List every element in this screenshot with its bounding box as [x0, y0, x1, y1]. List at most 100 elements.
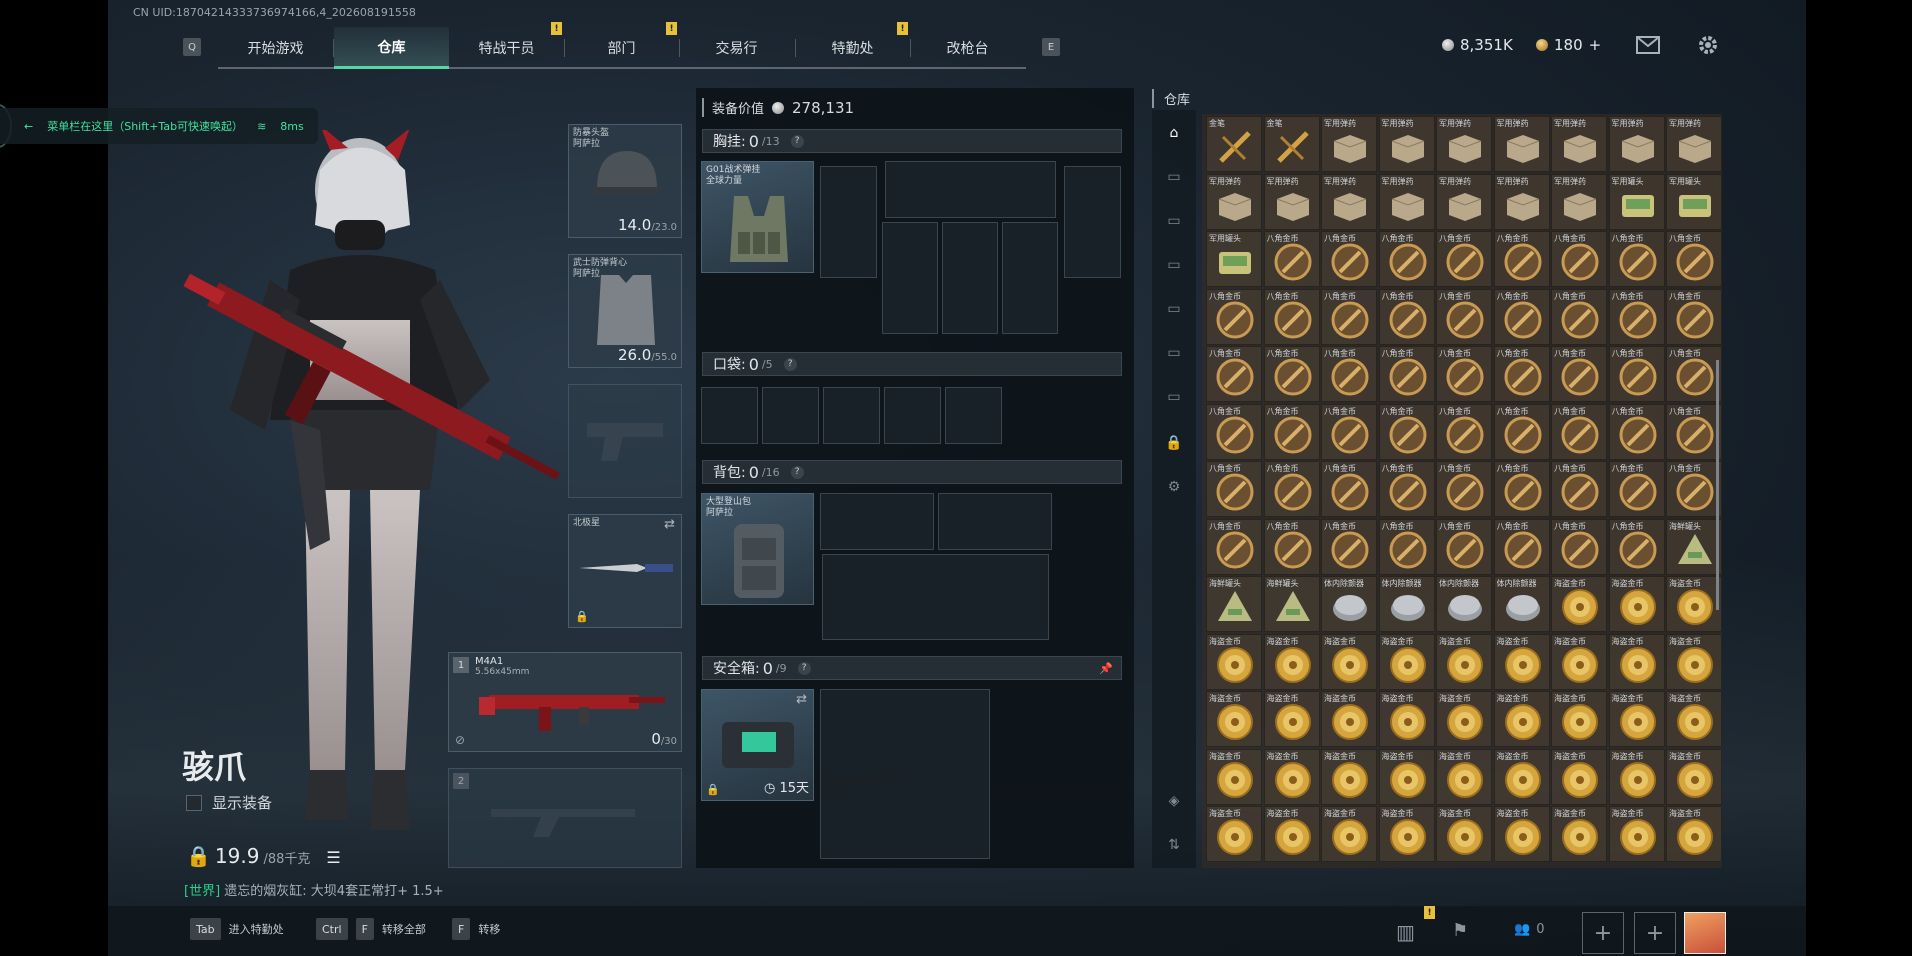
show-equipment-toggle[interactable]: 显示装备	[186, 792, 272, 813]
pistol-slot[interactable]	[568, 384, 682, 498]
warehouse-item[interactable]: 八角金币	[1608, 403, 1665, 460]
warehouse-item[interactable]: 八角金币	[1263, 403, 1320, 460]
warehouse-item[interactable]: 军用弹药	[1378, 173, 1435, 230]
warehouse-item[interactable]: 八角金币	[1436, 403, 1492, 460]
warehouse-item[interactable]: 军用罐头	[1608, 173, 1665, 230]
warehouse-scrollbar[interactable]	[1716, 360, 1719, 610]
warehouse-item[interactable]: 八角金币	[1551, 231, 1607, 287]
world-chat-line[interactable]: [世界] 遗忘的烟灰缸: 大坝4套正常打+ 1.5+	[184, 880, 444, 899]
chest-rig-item[interactable]: G01战术弹挂 全球力量	[701, 161, 814, 273]
pocket-cell[interactable]	[945, 387, 1002, 444]
warehouse-item[interactable]: 八角金币	[1436, 346, 1492, 402]
warehouse-item[interactable]: 海盗金币	[1378, 806, 1435, 862]
warehouse-item[interactable]: 八角金币	[1493, 403, 1550, 460]
sort-icon[interactable]: ⇅	[1162, 834, 1186, 856]
warehouse-grid[interactable]: 金笔 金笔 军用弹药 军用弹药 军用弹药 军用弹药 军用弹药 军用弹药 军用弹药 军用弹药 军用弹药…	[1202, 114, 1722, 868]
warehouse-item[interactable]: 海盗金币	[1551, 691, 1607, 747]
safe-box-item[interactable]: ⇄ 🔒 ◷ 15天	[701, 689, 814, 801]
tab-start-game[interactable]: 开始游戏	[218, 27, 333, 69]
warehouse-item[interactable]: 海盗金币	[1378, 748, 1435, 805]
pocket-cell[interactable]	[701, 387, 758, 444]
warehouse-tab-icon[interactable]: ▭	[1162, 166, 1186, 188]
warehouse-item[interactable]: 海盗金币	[1666, 576, 1722, 632]
warehouse-item[interactable]: 军用弹药	[1206, 173, 1262, 230]
warehouse-item[interactable]: 八角金币	[1206, 346, 1262, 402]
warehouse-item[interactable]: 八角金币	[1321, 403, 1377, 460]
warehouse-item[interactable]: 八角金币	[1551, 346, 1607, 402]
warehouse-item[interactable]: 八角金币	[1263, 518, 1320, 575]
pin-icon[interactable]: 📌	[1099, 662, 1113, 675]
swap-icon[interactable]: ⇄	[796, 692, 807, 707]
warehouse-item[interactable]: 海盗金币	[1608, 633, 1665, 690]
safe-box-grid[interactable]	[820, 689, 990, 859]
warehouse-item[interactable]: 八角金币	[1378, 518, 1435, 575]
settings-gear-icon[interactable]	[1696, 33, 1720, 57]
warehouse-item[interactable]: 八角金币	[1666, 403, 1722, 460]
warehouse-item[interactable]: 八角金币	[1666, 461, 1722, 517]
warehouse-item[interactable]: 军用弹药	[1551, 173, 1607, 230]
tab-gunsmith[interactable]: 改枪台	[910, 27, 1025, 69]
warehouse-item[interactable]: 海盗金币	[1608, 691, 1665, 747]
warehouse-item[interactable]: 八角金币	[1378, 288, 1435, 345]
warehouse-item[interactable]: 体内除颤器	[1378, 576, 1435, 632]
warehouse-item[interactable]: 海盗金币	[1378, 691, 1435, 747]
tab-operators[interactable]: 特战干员	[449, 27, 564, 69]
warehouse-tab-icon[interactable]: ▭	[1162, 210, 1186, 232]
tab-warehouse[interactable]: 仓库	[334, 27, 449, 69]
warehouse-item[interactable]: 军用弹药	[1321, 116, 1377, 172]
add-gold-button[interactable]: +	[1589, 36, 1602, 54]
warehouse-item[interactable]: 八角金币	[1608, 231, 1665, 287]
warehouse-item[interactable]: 八角金币	[1378, 403, 1435, 460]
warehouse-item[interactable]: 八角金币	[1206, 461, 1262, 517]
nav-prev-key[interactable]: Q	[183, 38, 201, 56]
warehouse-item[interactable]: 海鲜罐头	[1206, 576, 1262, 632]
warehouse-item[interactable]: 八角金币	[1493, 346, 1550, 402]
warehouse-item[interactable]: 八角金币	[1666, 231, 1722, 287]
warehouse-item[interactable]: 海盗金币	[1666, 633, 1722, 690]
warehouse-item[interactable]: 海盗金币	[1551, 633, 1607, 690]
warehouse-item[interactable]: 海盗金币	[1493, 748, 1550, 805]
warehouse-item[interactable]: 八角金币	[1551, 461, 1607, 517]
tab-market[interactable]: 交易行	[679, 27, 794, 69]
warehouse-item[interactable]: 海盗金币	[1321, 806, 1377, 862]
tab-department[interactable]: 部门	[564, 27, 679, 69]
warehouse-item[interactable]: 军用罐头	[1666, 173, 1722, 230]
warehouse-item[interactable]: 海盗金币	[1493, 633, 1550, 690]
warehouse-item[interactable]: 海盗金币	[1608, 576, 1665, 632]
warehouse-item[interactable]: 海盗金币	[1321, 691, 1377, 747]
warehouse-item[interactable]: 八角金币	[1263, 346, 1320, 402]
warehouse-item[interactable]: 八角金币	[1608, 518, 1665, 575]
warehouse-item[interactable]: 军用弹药	[1436, 116, 1492, 172]
warehouse-item[interactable]: 八角金币	[1321, 518, 1377, 575]
flag-icon[interactable]: ⚑	[1452, 920, 1468, 941]
helmet-slot[interactable]: 防暴头盔 阿萨拉 14.0/23.0	[568, 124, 682, 238]
warehouse-item[interactable]: 八角金币	[1608, 346, 1665, 402]
warehouse-item[interactable]: 八角金币	[1378, 461, 1435, 517]
warehouse-tab-icon[interactable]: ▭	[1162, 342, 1186, 364]
warehouse-item[interactable]: 八角金币	[1321, 461, 1377, 517]
warehouse-item[interactable]: 八角金币	[1551, 288, 1607, 345]
warehouse-item[interactable]: 八角金币	[1551, 403, 1607, 460]
help-icon[interactable]: ?	[797, 661, 811, 675]
warehouse-home-icon[interactable]: ⌂	[1162, 122, 1186, 144]
warehouse-item[interactable]: 海盗金币	[1263, 691, 1320, 747]
warehouse-item[interactable]: 海盗金币	[1493, 806, 1550, 862]
warehouse-item[interactable]: 八角金币	[1493, 518, 1550, 575]
warehouse-item[interactable]: 八角金币	[1321, 231, 1377, 287]
warehouse-lock-icon[interactable]: 🔒	[1162, 432, 1186, 454]
warehouse-item[interactable]: 体内除颤器	[1493, 576, 1550, 632]
warehouse-tab-icon[interactable]: ▭	[1162, 386, 1186, 408]
warehouse-item[interactable]: 八角金币	[1206, 518, 1262, 575]
warehouse-tab-icon[interactable]: ▭	[1162, 254, 1186, 276]
armor-slot[interactable]: 武士防弹背心 阿萨拉 26.0/55.0	[568, 254, 682, 368]
swap-icon[interactable]: ⇄	[664, 517, 675, 532]
pocket-cell[interactable]	[823, 387, 880, 444]
warehouse-item[interactable]: 海盗金币	[1436, 748, 1492, 805]
warehouse-item[interactable]: 海盗金币	[1378, 633, 1435, 690]
warehouse-item[interactable]: 八角金币	[1666, 346, 1722, 402]
warehouse-item[interactable]: 八角金币	[1206, 288, 1262, 345]
warehouse-item[interactable]: 金笔	[1263, 116, 1320, 172]
warehouse-item[interactable]: 军用弹药	[1493, 116, 1550, 172]
show-equipment-checkbox[interactable]	[186, 794, 202, 811]
primary-weapon-slot[interactable]: 1 M4A1 5.56x45mm ⊘ 0/30	[448, 652, 682, 752]
